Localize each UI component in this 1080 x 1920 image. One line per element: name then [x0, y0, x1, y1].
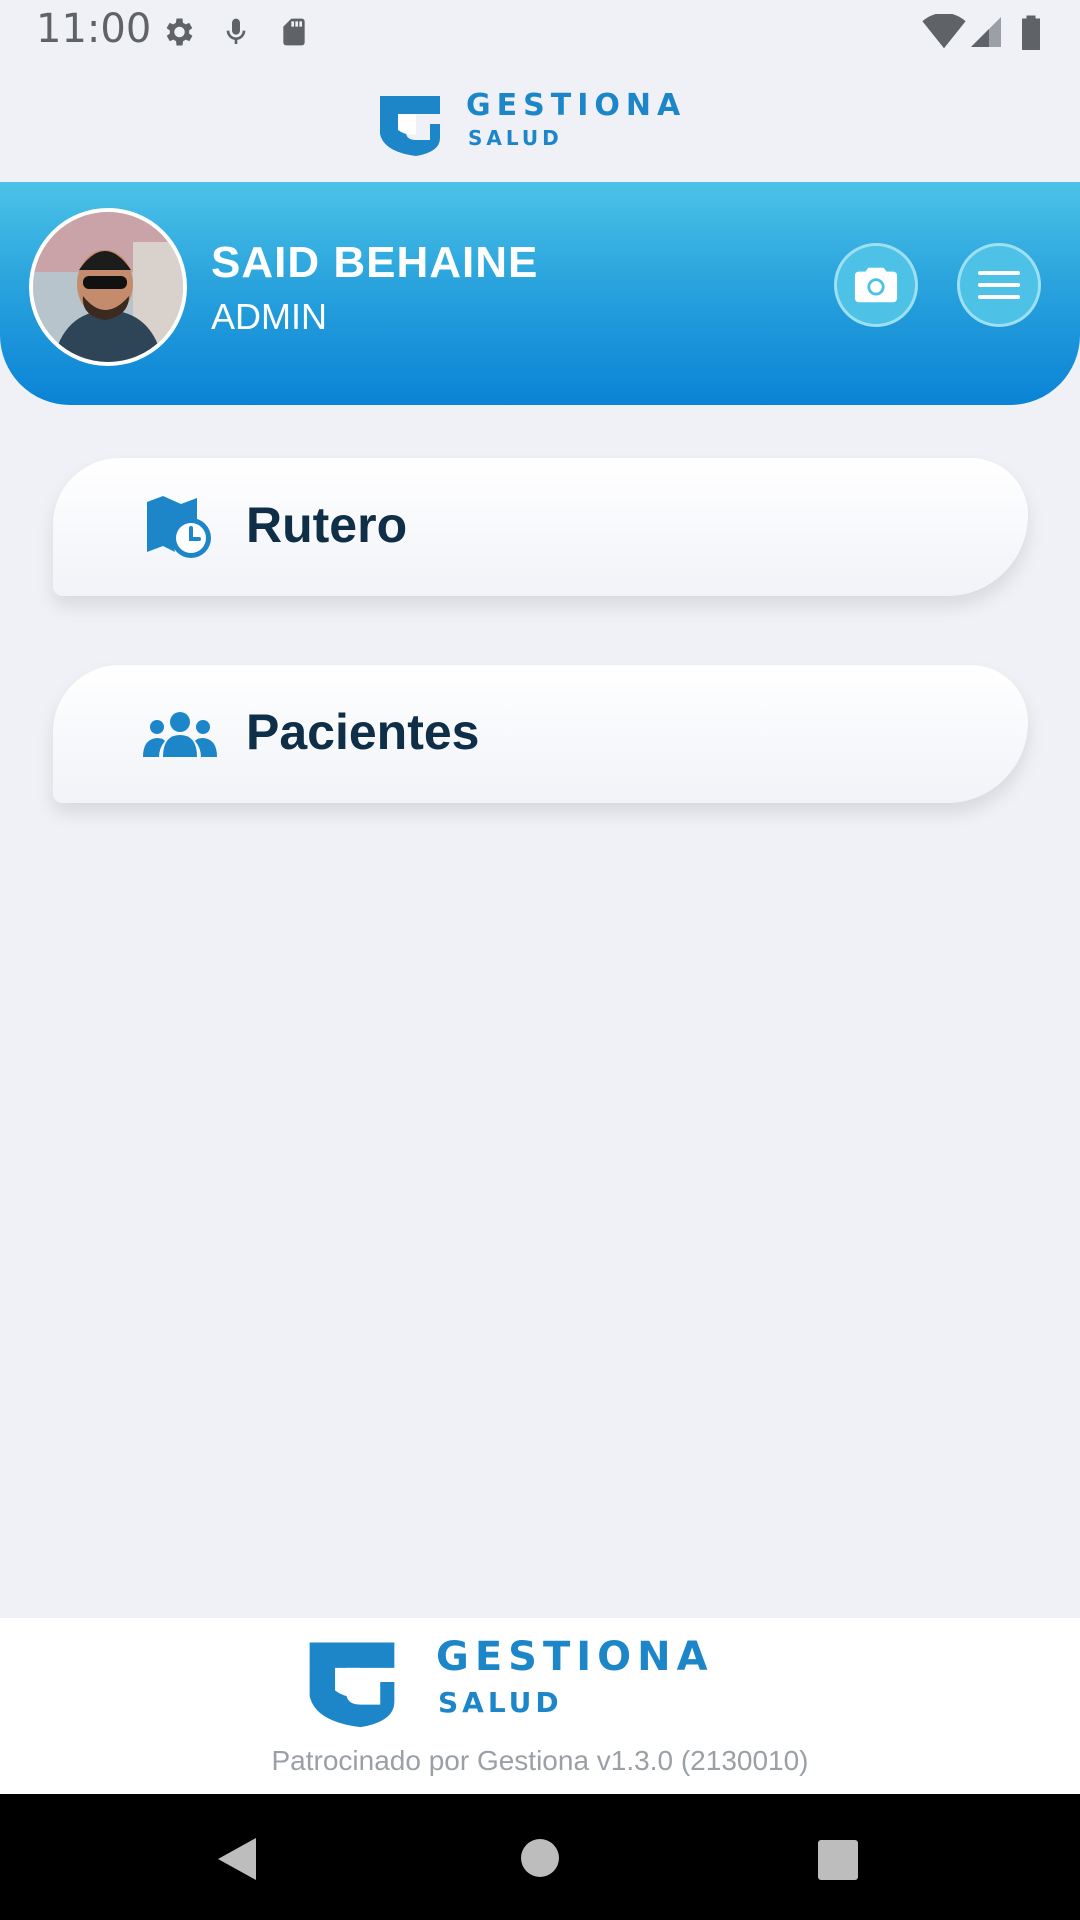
logo-text: GESTIONA — [466, 88, 687, 123]
menu-item-pacientes[interactable]: Pacientes — [53, 665, 1028, 803]
camera-icon — [854, 267, 898, 303]
home-icon[interactable] — [520, 1838, 560, 1878]
gear-icon — [166, 18, 193, 46]
footer-logo-mark-icon — [309, 1642, 395, 1728]
menu-label-rutero: Rutero — [246, 497, 408, 553]
hamburger-menu-icon — [978, 271, 1020, 299]
logo-subtext: SALUD — [468, 126, 563, 150]
battery-icon — [1022, 15, 1040, 50]
sponsor-text: Patrocinado por Gestiona v1.3.0 (2130010… — [271, 1745, 809, 1776]
mic-icon — [226, 18, 246, 44]
wifi-icon — [922, 14, 966, 49]
map-clock-icon — [147, 496, 211, 558]
nav-bar — [0, 1794, 1080, 1920]
user-role: ADMIN — [211, 296, 327, 337]
status-time: 11:00 — [36, 6, 152, 52]
footer-logo-subtext: SALUD — [438, 1686, 563, 1719]
avatar[interactable] — [29, 208, 187, 366]
menu-button[interactable] — [957, 243, 1041, 327]
users-group-icon — [143, 712, 217, 757]
profile-header: SAID BEHAINE ADMIN — [0, 182, 1080, 405]
menu-label-pacientes: Pacientes — [246, 704, 480, 760]
camera-button[interactable] — [834, 243, 918, 327]
top-logo: GESTIONA SALUD — [376, 88, 706, 158]
recents-icon[interactable] — [817, 1839, 859, 1881]
footer: GESTIONA SALUD Patrocinado por Gestiona … — [0, 1618, 1080, 1794]
status-bar: 11:00 — [0, 0, 1080, 64]
back-icon[interactable] — [216, 1836, 258, 1882]
avatar-photo — [33, 212, 183, 362]
cell-signal-icon — [971, 17, 1001, 47]
menu-item-rutero[interactable]: Rutero — [53, 458, 1028, 596]
footer-logo-text: GESTIONA — [436, 1634, 714, 1680]
sd-card-icon — [283, 18, 305, 46]
logo-mark-icon — [380, 96, 440, 156]
user-name: SAID BEHAINE — [211, 238, 539, 287]
